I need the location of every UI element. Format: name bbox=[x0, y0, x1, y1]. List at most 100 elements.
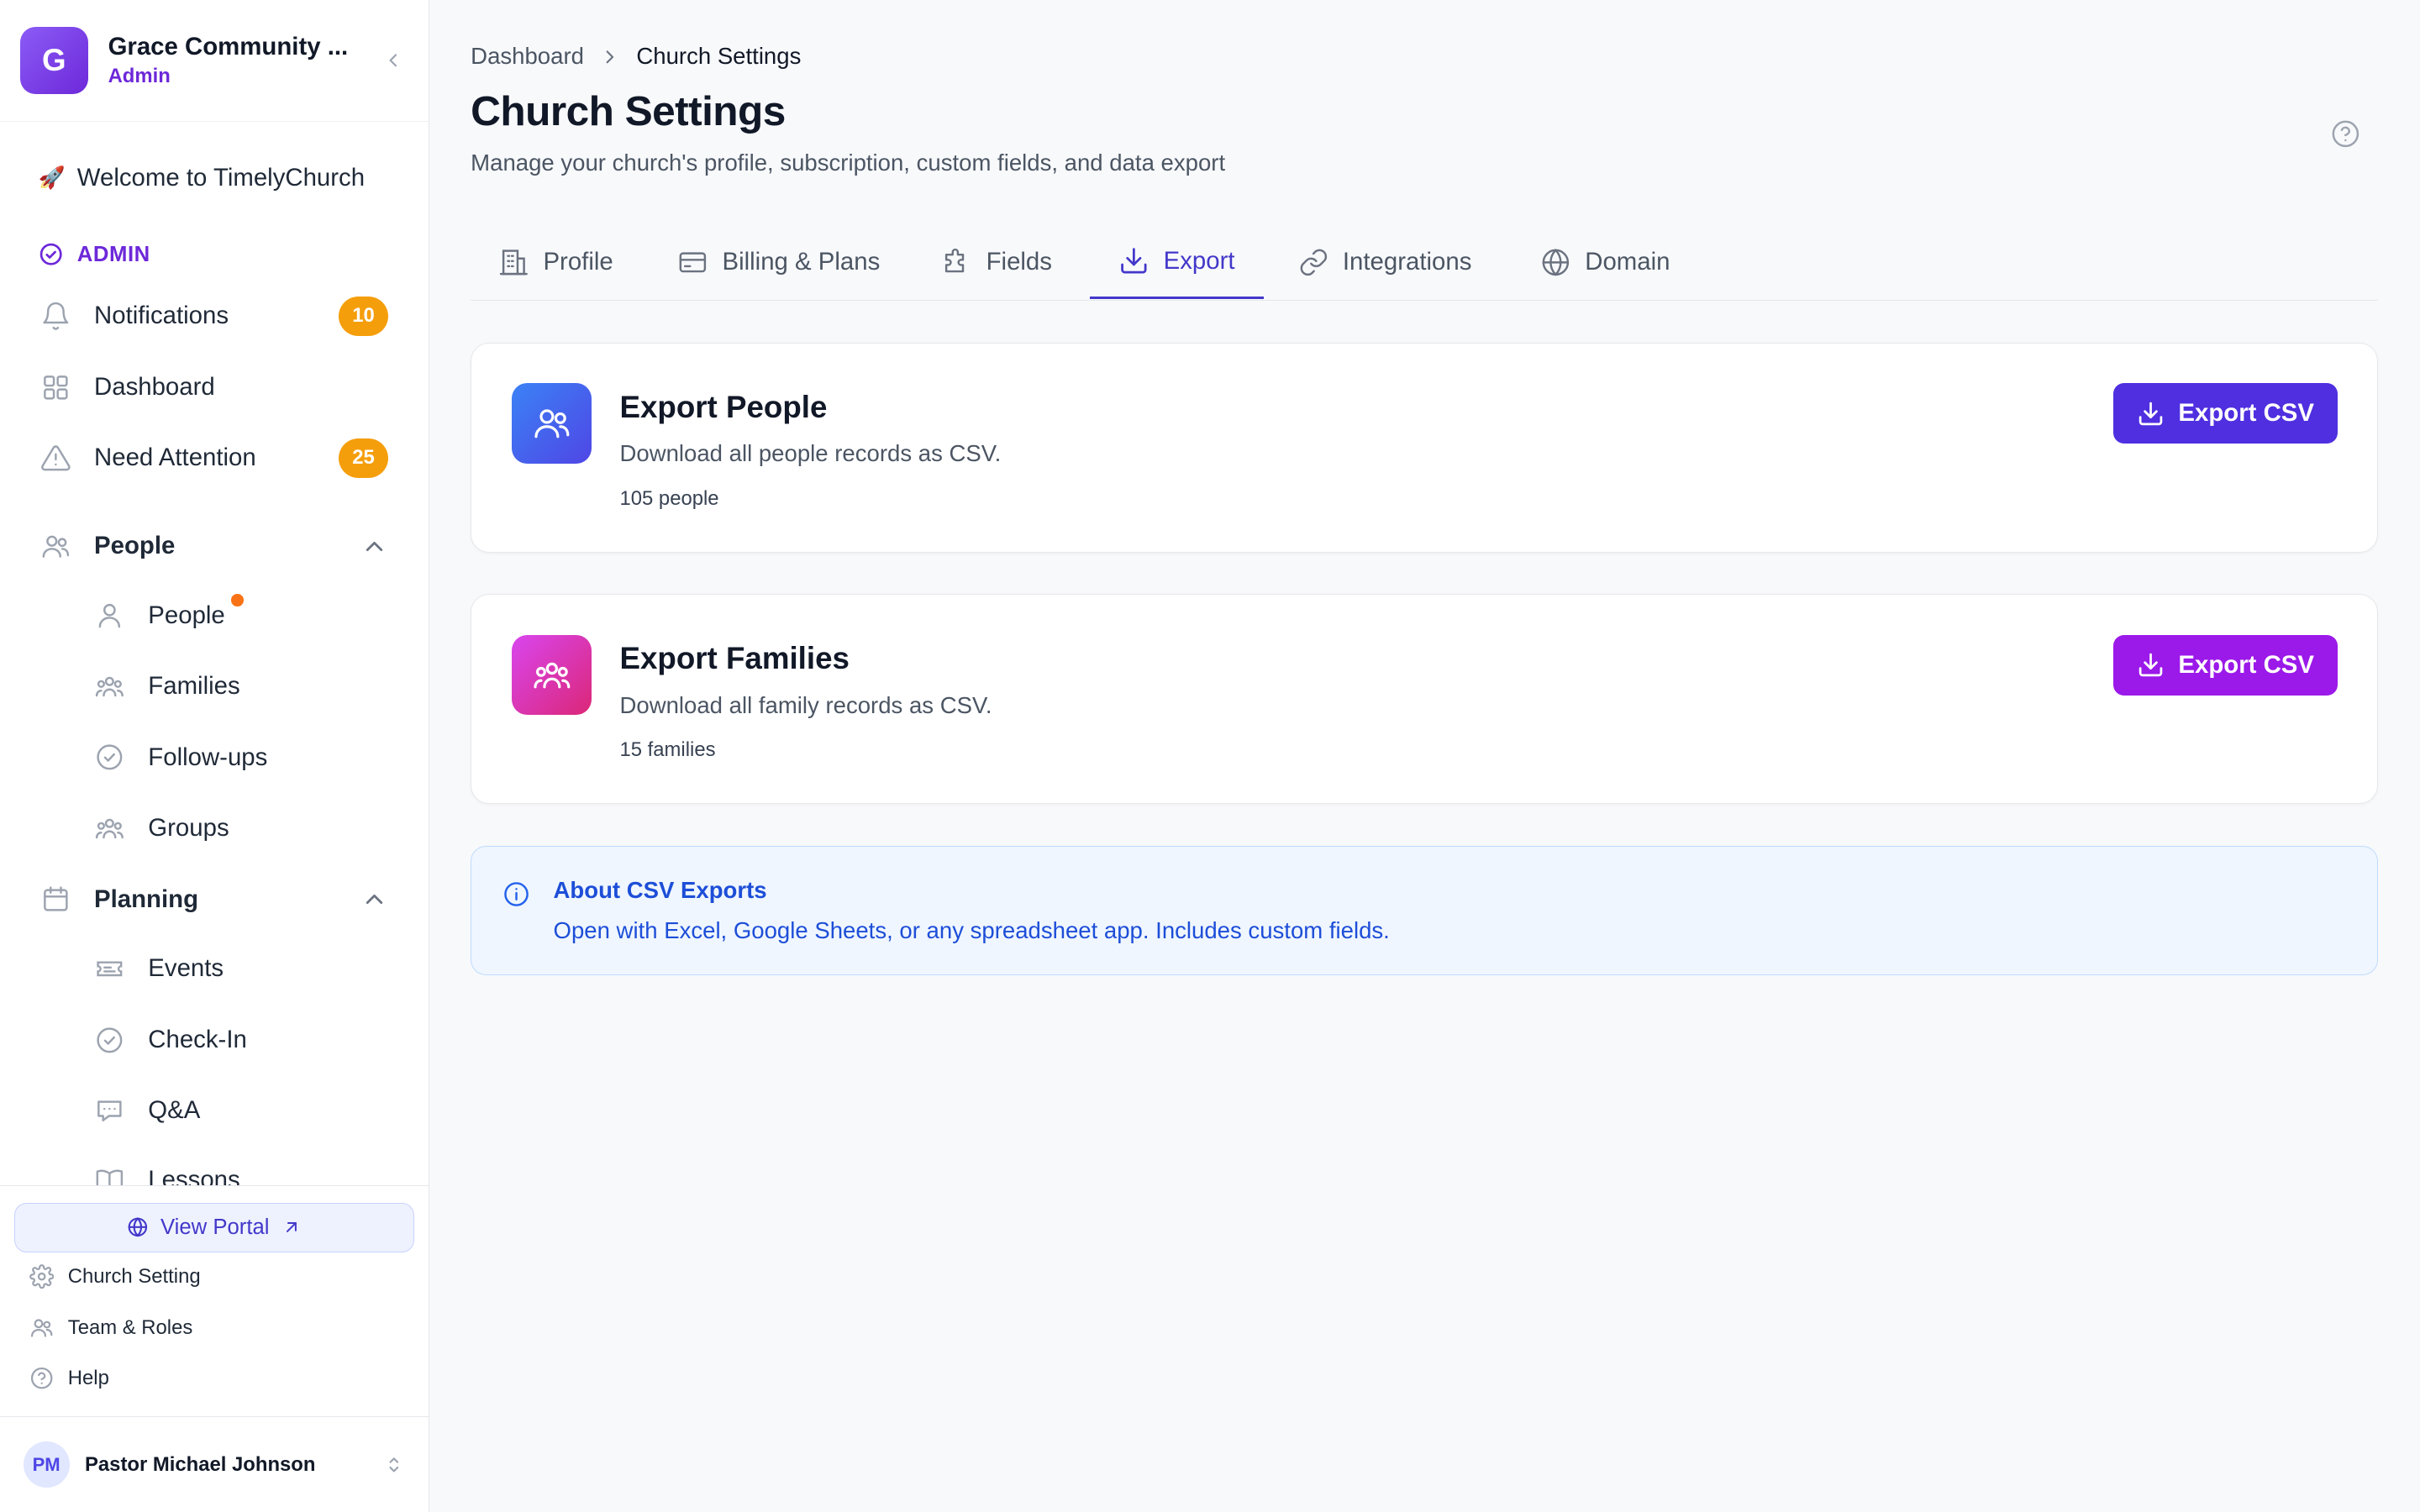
sidebar-group-label: People bbox=[94, 532, 176, 560]
help-label: Help bbox=[67, 1367, 109, 1390]
export-button-label: Export CSV bbox=[2178, 399, 2314, 428]
admin-section-heading: ADMIN bbox=[39, 242, 150, 266]
chevron-up-icon bbox=[366, 541, 382, 551]
sidebar-item-label: Events bbox=[148, 954, 224, 983]
org-role: Admin bbox=[108, 64, 171, 87]
welcome-link[interactable]: 🚀 Welcome to TimelyChurch bbox=[39, 164, 365, 192]
user-name: Pastor Michael Johnson bbox=[85, 1452, 316, 1476]
chevron-right-icon bbox=[606, 50, 614, 63]
users-icon bbox=[511, 383, 592, 464]
sidebar-item-lessons[interactable]: Lessons bbox=[92, 1152, 388, 1189]
users-icon bbox=[39, 529, 72, 563]
org-name: Grace Community ... bbox=[108, 33, 349, 61]
building-icon bbox=[500, 249, 529, 276]
info-icon bbox=[504, 882, 529, 906]
settings-tabs: Profile Billing & Plans Fields Export In… bbox=[471, 225, 2379, 302]
credit-card-icon bbox=[679, 252, 707, 273]
export-people-csv-button[interactable]: Export CSV bbox=[2113, 383, 2338, 444]
tab-label: Fields bbox=[986, 248, 1052, 276]
view-portal-button[interactable]: View Portal bbox=[13, 1202, 415, 1252]
sidebar-item-follow-ups[interactable]: Follow-ups bbox=[92, 730, 388, 785]
globe-icon bbox=[1542, 248, 1570, 276]
gear-icon bbox=[29, 1264, 55, 1289]
export-families-csv-button[interactable]: Export CSV bbox=[2113, 634, 2338, 696]
breadcrumb-dashboard-link[interactable]: Dashboard bbox=[471, 43, 584, 70]
org-switcher[interactable]: G Grace Community ... Admin bbox=[0, 0, 429, 123]
sidebar-item-people[interactable]: People bbox=[92, 588, 388, 643]
sidebar-item-check-in[interactable]: Check-In bbox=[92, 1012, 388, 1068]
tab-fields[interactable]: Fields bbox=[941, 225, 1052, 299]
export-people-description: Download all people records as CSV. bbox=[619, 440, 1002, 467]
help-circle-icon[interactable] bbox=[2330, 118, 2361, 150]
puzzle-icon bbox=[945, 248, 965, 273]
avatar: PM bbox=[23, 1441, 70, 1488]
chat-bubble-icon bbox=[92, 1094, 126, 1127]
sidebar-item-notifications[interactable]: Notifications 10 bbox=[39, 288, 388, 344]
collapse-sidebar-icon[interactable] bbox=[377, 45, 408, 76]
chevron-up-icon bbox=[366, 895, 382, 905]
page-title: Church Settings bbox=[471, 87, 786, 134]
export-button-label: Export CSV bbox=[2178, 650, 2314, 679]
tab-billing-plans[interactable]: Billing & Plans bbox=[677, 225, 880, 299]
sidebar-item-label: Q&A bbox=[148, 1096, 201, 1125]
sidebar-group-label: Planning bbox=[94, 885, 199, 913]
info-text: Open with Excel, Google Sheets, or any s… bbox=[553, 916, 1390, 943]
tab-domain[interactable]: Domain bbox=[1540, 225, 1670, 299]
family-icon bbox=[92, 669, 126, 703]
sidebar-item-label: Dashboard bbox=[94, 372, 215, 401]
users-icon bbox=[30, 1319, 53, 1337]
grid-icon bbox=[39, 370, 72, 404]
sidebar-group-people[interactable]: People bbox=[39, 518, 388, 574]
globe-icon bbox=[128, 1217, 147, 1237]
check-circle-icon bbox=[39, 244, 62, 266]
user-icon bbox=[92, 599, 126, 633]
team-roles-label: Team & Roles bbox=[67, 1315, 193, 1339]
sidebar-item-label: Check-In bbox=[148, 1025, 247, 1053]
admin-heading-label: ADMIN bbox=[76, 242, 150, 266]
rocket-icon: 🚀 bbox=[38, 165, 66, 190]
tab-label: Profile bbox=[543, 248, 613, 276]
notifications-count-badge: 10 bbox=[339, 296, 388, 337]
sidebar-item-dashboard[interactable]: Dashboard bbox=[39, 360, 388, 415]
check-circle-icon bbox=[92, 1023, 126, 1057]
export-people-count: 105 people bbox=[619, 486, 719, 510]
unread-dot bbox=[231, 594, 245, 606]
sidebar-group-planning[interactable]: Planning bbox=[39, 872, 388, 927]
tab-label: Domain bbox=[1585, 248, 1670, 276]
export-families-description: Download all family records as CSV. bbox=[619, 691, 992, 718]
sidebar-item-families[interactable]: Families bbox=[92, 659, 388, 714]
group-icon bbox=[92, 811, 126, 845]
page-subtitle: Manage your church's profile, subscripti… bbox=[471, 150, 1226, 176]
sidebar-item-events[interactable]: Events bbox=[92, 941, 388, 996]
team-roles-link[interactable]: Team & Roles bbox=[29, 1315, 192, 1340]
chevron-up-down-icon bbox=[389, 1457, 399, 1473]
church-setting-link[interactable]: Church Setting bbox=[29, 1264, 201, 1289]
sidebar-item-label: Families bbox=[148, 672, 240, 701]
sidebar-item-qa[interactable]: Q&A bbox=[92, 1083, 388, 1138]
sidebar-item-groups[interactable]: Groups bbox=[92, 801, 388, 856]
welcome-label: Welcome to TimelyChurch bbox=[76, 163, 366, 192]
help-link[interactable]: Help bbox=[29, 1366, 109, 1390]
tab-label: Billing & Plans bbox=[722, 248, 881, 276]
tab-export[interactable]: Export bbox=[1089, 225, 1265, 300]
ticket-icon bbox=[92, 952, 126, 985]
info-title: About CSV Exports bbox=[553, 877, 767, 904]
download-icon bbox=[1121, 248, 1147, 274]
sidebar-item-label: People bbox=[148, 601, 225, 629]
csv-info-callout: About CSV Exports Open with Excel, Googl… bbox=[471, 845, 2379, 975]
user-menu[interactable]: PM Pastor Michael Johnson bbox=[0, 1416, 429, 1512]
export-people-title: Export People bbox=[619, 389, 828, 424]
family-icon bbox=[511, 634, 592, 716]
tab-profile[interactable]: Profile bbox=[498, 225, 613, 299]
bell-icon bbox=[39, 299, 72, 333]
export-families-card: Export Families Download all family reco… bbox=[471, 594, 2379, 804]
tab-integrations[interactable]: Integrations bbox=[1298, 225, 1471, 299]
breadcrumb: Dashboard Church Settings bbox=[471, 43, 801, 70]
external-arrow-icon bbox=[287, 1222, 297, 1233]
sidebar-item-label: Need Attention bbox=[94, 444, 256, 472]
sidebar-item-need-attention[interactable]: Need Attention 25 bbox=[39, 430, 388, 486]
breadcrumb-current: Church Settings bbox=[636, 43, 802, 70]
link-icon bbox=[1300, 249, 1327, 276]
sidebar-item-label: Groups bbox=[148, 814, 229, 843]
sidebar-item-label: Notifications bbox=[94, 302, 229, 330]
